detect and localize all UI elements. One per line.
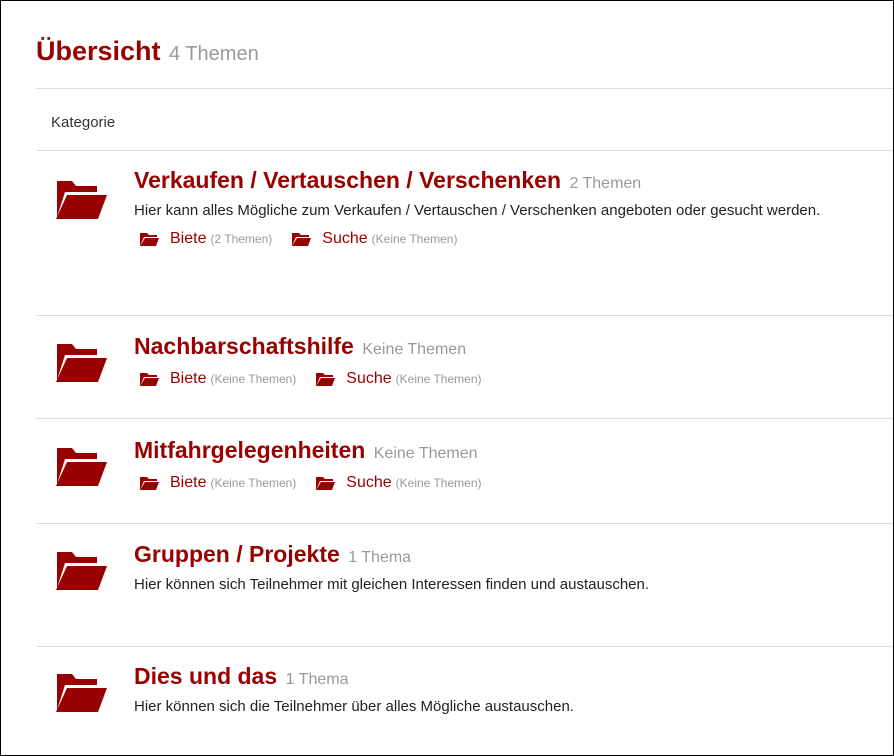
- folder-icon: [139, 371, 160, 387]
- category-topic-count: 1 Thema: [285, 671, 349, 688]
- subforum-list: Biete (Keine Themen) Suche (Keine Themen…: [134, 474, 887, 492]
- divider: [36, 646, 893, 647]
- category-title-link[interactable]: Verkaufen / Vertauschen / Verschenken: [134, 167, 561, 193]
- subforum-count: (Keine Themen): [371, 232, 458, 246]
- folder-open-icon: [53, 670, 109, 714]
- category-title-link[interactable]: Gruppen / Projekte: [134, 541, 340, 567]
- subforum-item[interactable]: Suche (Keine Themen): [286, 230, 457, 248]
- subforum-item[interactable]: Biete (2 Themen): [134, 230, 272, 248]
- divider: [36, 315, 893, 316]
- folder-open-icon: [56, 674, 107, 712]
- folder-icon: [139, 231, 160, 247]
- folder-open-icon: [53, 177, 109, 221]
- folder-icon: [291, 231, 312, 247]
- subforum-count: (Keine Themen): [210, 372, 297, 386]
- subforum-list: Biete (Keine Themen) Suche (Keine Themen…: [134, 370, 887, 388]
- category-description: Hier können sich Teilnehmer mit gleichen…: [134, 576, 650, 593]
- category-topic-count: Keine Themen: [362, 341, 467, 358]
- subforum-count: (Keine Themen): [395, 476, 482, 490]
- folder-icon: [315, 371, 336, 387]
- divider: [36, 88, 893, 89]
- folder-open-icon: [56, 181, 107, 219]
- subforum-item[interactable]: Suche (Keine Themen): [310, 370, 482, 388]
- page-header: Übersicht 4 Themen: [36, 36, 259, 67]
- column-header-category: Kategorie: [51, 114, 116, 131]
- category-title-link[interactable]: Dies und das: [134, 663, 277, 689]
- subforum-item[interactable]: Biete (Keine Themen): [134, 370, 296, 388]
- subforum-item[interactable]: Biete (Keine Themen): [134, 474, 296, 492]
- subforum-count: (2 Themen): [210, 232, 273, 246]
- forum-overview-panel: Übersicht 4 Themen Kategorie Verkaufen /…: [0, 0, 894, 756]
- folder-icon: [139, 475, 160, 491]
- topic-count: 4 Themen: [169, 43, 259, 65]
- category-body: Nachbarschaftshilfe Keine Themen Biete (…: [134, 334, 887, 388]
- divider: [36, 523, 893, 524]
- folder-open-icon: [56, 344, 107, 382]
- folder-open-icon: [56, 552, 107, 590]
- subforum-link-biete[interactable]: Biete: [170, 230, 206, 248]
- folder-open-icon: [53, 444, 109, 488]
- category-topic-count: 2 Themen: [569, 175, 642, 192]
- category-description: Hier können sich die Teilnehmer über all…: [134, 698, 574, 715]
- folder-open-icon: [53, 548, 109, 592]
- category-body: Mitfahrgelegenheiten Keine Themen Biete …: [134, 438, 887, 492]
- category-title-link[interactable]: Nachbarschaftshilfe: [134, 333, 354, 359]
- subforum-list: Biete (2 Themen) Suche (Keine Themen): [134, 230, 887, 248]
- category-body: Gruppen / Projekte 1 Thema Hier können s…: [134, 542, 887, 598]
- subforum-link-suche[interactable]: Suche: [346, 474, 391, 492]
- subforum-link-suche[interactable]: Suche: [322, 230, 367, 248]
- category-title-link[interactable]: Mitfahrgelegenheiten: [134, 437, 365, 463]
- subforum-item[interactable]: Suche (Keine Themen): [310, 474, 482, 492]
- subforum-count: (Keine Themen): [395, 372, 482, 386]
- category-body: Dies und das 1 Thema Hier können sich di…: [134, 664, 887, 720]
- page-title: Übersicht: [36, 36, 161, 66]
- subforum-link-biete[interactable]: Biete: [170, 474, 206, 492]
- category-body: Verkaufen / Vertauschen / Verschenken 2 …: [134, 168, 887, 248]
- category-topic-count: Keine Themen: [373, 445, 478, 462]
- subforum-link-suche[interactable]: Suche: [346, 370, 391, 388]
- subforum-count: (Keine Themen): [210, 476, 297, 490]
- subforum-link-biete[interactable]: Biete: [170, 370, 206, 388]
- divider: [36, 418, 893, 419]
- divider: [36, 150, 893, 151]
- category-topic-count: 1 Thema: [348, 549, 412, 566]
- folder-open-icon: [56, 448, 107, 486]
- folder-open-icon: [53, 340, 109, 384]
- folder-icon: [315, 475, 336, 491]
- category-description: Hier kann alles Mögliche zum Verkaufen /…: [134, 202, 821, 219]
